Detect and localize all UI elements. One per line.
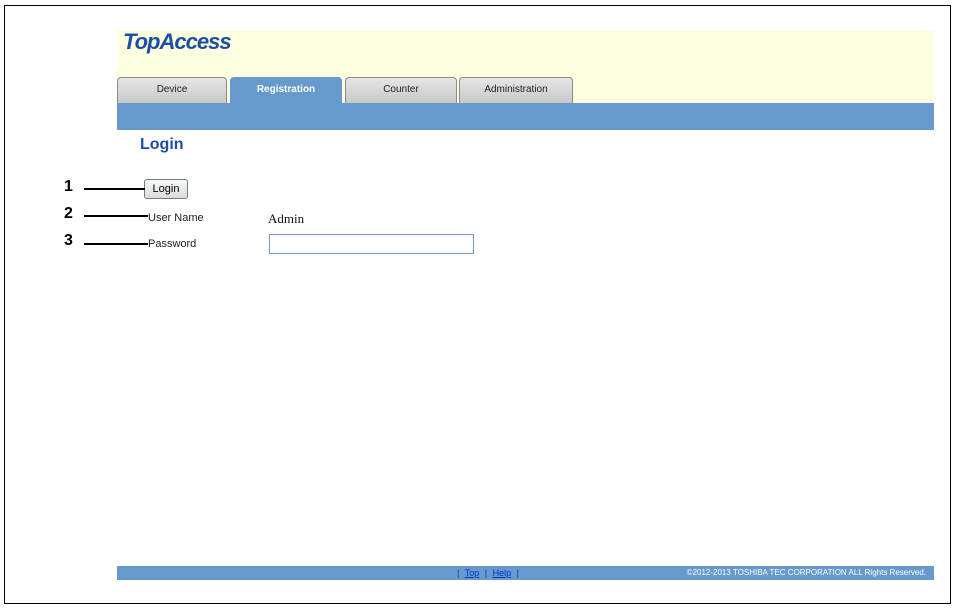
copyright-text: ©2012-2013 TOSHIBA TEC CORPORATION ALL R…	[686, 568, 926, 577]
footer-separator: |	[516, 568, 519, 578]
callout-1-line	[84, 188, 145, 190]
footer-separator: |	[457, 568, 460, 578]
password-label: Password	[148, 238, 197, 250]
username-label: User Name	[148, 212, 204, 224]
callout-2-line	[84, 215, 148, 217]
callout-3: 3	[64, 232, 73, 249]
login-button[interactable]: Login	[144, 179, 188, 199]
footer-bar: | Top | Help | ©2012-2013 TOSHIBA TEC CO…	[117, 566, 934, 580]
tab-administration[interactable]: Administration	[459, 77, 573, 103]
username-value: Admin	[268, 211, 305, 226]
tab-counter[interactable]: Counter	[345, 77, 457, 103]
topaccess-logo: TopAccess	[123, 29, 232, 54]
submenu-bar	[117, 103, 934, 130]
help-link[interactable]: Help	[493, 568, 512, 578]
callout-3-line	[84, 243, 148, 245]
callout-2: 2	[64, 205, 73, 222]
header: TopAccess Device Registration Counter Ad…	[117, 29, 934, 103]
top-link[interactable]: Top	[465, 568, 480, 578]
password-input[interactable]	[269, 234, 474, 254]
footer-separator: |	[484, 568, 488, 578]
tab-registration[interactable]: Registration	[230, 77, 342, 103]
tab-device[interactable]: Device	[117, 77, 227, 103]
page-title: Login	[140, 136, 184, 153]
callout-1: 1	[64, 178, 73, 195]
footer-links: | Top | Help |	[454, 566, 522, 580]
topaccess-window: TopAccess Device Registration Counter Ad…	[117, 29, 934, 580]
